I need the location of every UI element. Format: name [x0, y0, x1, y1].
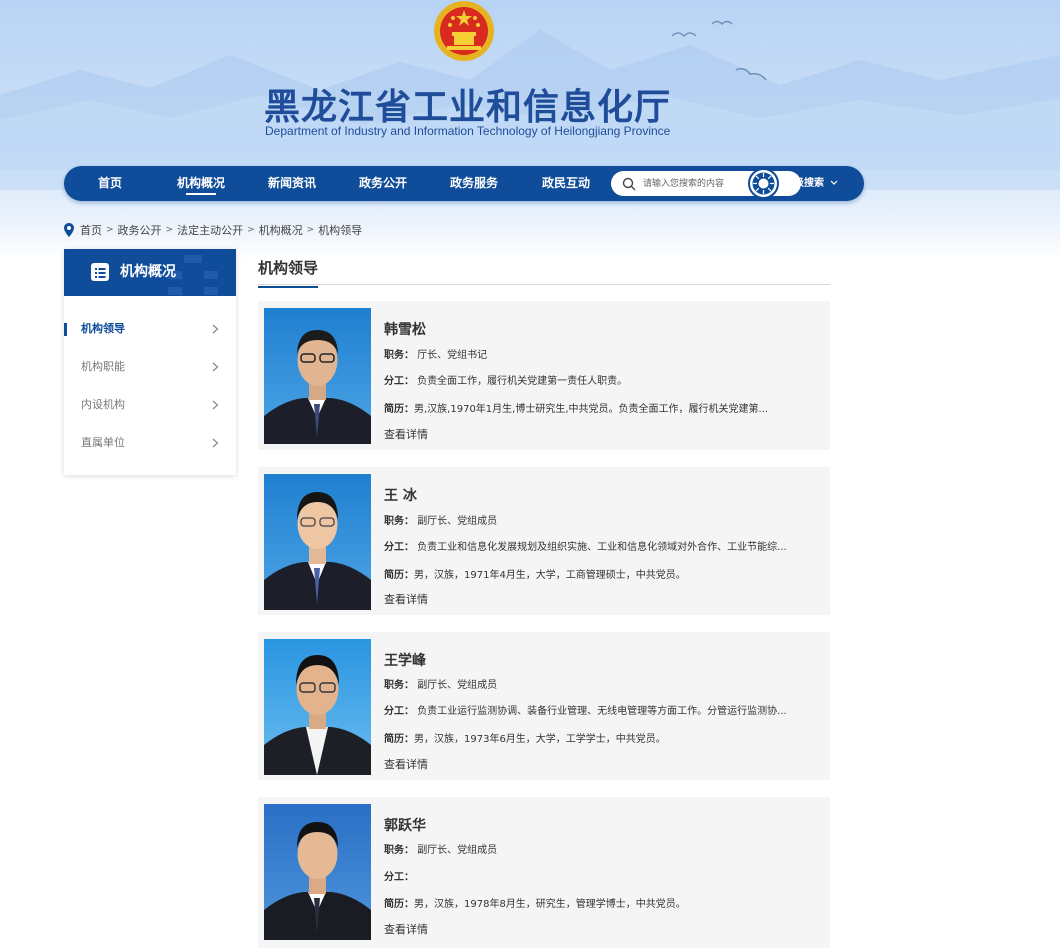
- duty-label: 分工：: [384, 872, 414, 883]
- position-value: 副厅长、党组成员: [417, 516, 498, 527]
- resume-label: 简历：: [384, 404, 414, 415]
- leader-photo: [264, 639, 371, 775]
- resume-label: 简历：: [384, 734, 414, 745]
- leader-position: 职务： 厅长、党组书记: [384, 346, 824, 361]
- leader-card: 王学峰 职务： 副厅长、党组成员 分工： 负责工业运行监测协调、装备行业管理、无…: [258, 632, 830, 780]
- national-emblem-icon: [434, 1, 494, 61]
- chevron-down-icon: [831, 180, 838, 185]
- duty-label: 分工：: [384, 542, 414, 553]
- sidebar-header: 机构概况: [64, 249, 236, 296]
- breadcrumb: 首页 > 政务公开 > 法定主动公开 > 机构概况 > 机构领导: [64, 221, 362, 239]
- search-icon[interactable]: [622, 177, 636, 191]
- sidebar-item-affiliated-units[interactable]: 直属单位: [64, 424, 236, 462]
- leader-duty: 分工： 负责工业和信息化发展规划及组织实施、工业和信息化领域对外合作、工业节能综…: [384, 538, 824, 553]
- duty-value: 负责全面工作，履行机关党建第一责任人职责。: [417, 376, 628, 387]
- sidebar: 机构概况 机构领导 机构职能 内设机构 直属单位: [64, 249, 236, 475]
- position-label: 职务：: [384, 516, 414, 527]
- sidebar-item-label: 内设机构: [81, 398, 125, 411]
- position-label: 职务：: [384, 350, 414, 361]
- position-value: 副厅长、党组成员: [417, 845, 498, 856]
- sidebar-title: 机构概况: [120, 264, 176, 280]
- chevron-right-icon: [212, 324, 219, 334]
- resume-label: 简历：: [384, 899, 414, 910]
- leader-duty: 分工： 负责全面工作，履行机关党建第一责任人职责。: [384, 372, 824, 387]
- nav-item-gov-services[interactable]: 政务服务: [444, 166, 504, 201]
- leader-name: 郭跃华: [384, 818, 426, 834]
- view-details-link[interactable]: 查看详情: [384, 756, 428, 772]
- view-details-link[interactable]: 查看详情: [384, 426, 428, 442]
- leader-card: 郭跃华 职务： 副厅长、党组成员 分工： 简历：男，汉族，1978年8月生，研究…: [258, 797, 830, 948]
- location-pin-icon: [64, 223, 74, 237]
- duty-value: 负责工业和信息化发展规划及组织实施、工业和信息化领域对外合作、工业节能综...: [417, 542, 787, 553]
- breadcrumb-organization[interactable]: 机构概况: [259, 222, 303, 238]
- leader-photo: [264, 474, 371, 610]
- breadcrumb-separator: >: [165, 225, 174, 235]
- nav-item-gov-affairs[interactable]: 政务公开: [353, 166, 413, 201]
- sidebar-item-label: 机构职能: [81, 360, 125, 373]
- nav-item-organization[interactable]: 机构概况: [171, 166, 231, 201]
- search-input[interactable]: [643, 176, 753, 192]
- duty-value: 负责工业运行监测协调、装备行业管理、无线电管理等方面工作。分管运行监测协...: [417, 706, 787, 717]
- breadcrumb-public-disclosure[interactable]: 法定主动公开: [177, 222, 243, 238]
- chevron-right-icon: [212, 362, 219, 372]
- leader-position: 职务： 副厅长、党组成员: [384, 841, 824, 856]
- breadcrumb-separator: >: [306, 225, 315, 235]
- leader-duty: 分工： 负责工业运行监测协调、装备行业管理、无线电管理等方面工作。分管运行监测协…: [384, 702, 824, 717]
- section-title: 机构领导: [258, 257, 319, 288]
- section-header: 机构领导: [258, 249, 830, 288]
- leader-duty: 分工：: [384, 868, 824, 883]
- duty-label: 分工：: [384, 706, 414, 717]
- advanced-search-link[interactable]: 高级搜索: [784, 166, 838, 201]
- leader-photo: [264, 308, 371, 444]
- site-title: 黑龙江省工业和信息化厅: [264, 87, 672, 128]
- sidebar-item-functions[interactable]: 机构职能: [64, 348, 236, 386]
- leader-resume: 简历：男，汉族，1971年4月生，大学，工商管理硕士，中共党员。: [384, 566, 824, 581]
- resume-value: 男，汉族，1973年6月生，大学，工学学士，中共党员。: [414, 734, 666, 745]
- nav-item-news[interactable]: 新闻资讯: [262, 166, 322, 201]
- leader-resume: 简历：男,汉族,1970年1月生,博士研究生,中共党员。负责全面工作，履行机关党…: [384, 400, 824, 415]
- leader-resume: 简历：男，汉族，1973年6月生，大学，工学学士，中共党员。: [384, 730, 824, 745]
- resume-value: 男,汉族,1970年1月生,博士研究生,中共党员。负责全面工作，履行机关党建第.…: [414, 404, 769, 415]
- resume-value: 男，汉族，1971年4月生，大学，工商管理硕士，中共党员。: [414, 570, 686, 581]
- leader-card: 王 冰 职务： 副厅长、党组成员 分工： 负责工业和信息化发展规划及组织实施、工…: [258, 467, 830, 615]
- advanced-search-label: 高级搜索: [784, 178, 824, 189]
- leader-card: 韩雪松 职务： 厅长、党组书记 分工： 负责全面工作，履行机关党建第一责任人职责…: [258, 301, 830, 450]
- site-subtitle: Department of Industry and Information T…: [265, 124, 671, 138]
- view-details-link[interactable]: 查看详情: [384, 591, 428, 607]
- breadcrumb-leaders[interactable]: 机构领导: [318, 222, 362, 238]
- breadcrumb-home[interactable]: 首页: [80, 222, 102, 238]
- main-nav: 首页 机构概况 新闻资讯 政务公开 政务服务 政民互动 请输入您搜索的内容 高级…: [64, 166, 864, 201]
- duty-label: 分工：: [384, 376, 414, 387]
- leader-name: 王 冰: [384, 488, 417, 504]
- position-label: 职务：: [384, 845, 414, 856]
- list-document-icon: [91, 263, 109, 281]
- breadcrumb-separator: >: [247, 225, 255, 235]
- leader-photo: [264, 804, 371, 940]
- leader-position: 职务： 副厅长、党组成员: [384, 512, 824, 527]
- breadcrumb-gov-affairs[interactable]: 政务公开: [118, 222, 162, 238]
- sidebar-item-leaders[interactable]: 机构领导: [64, 310, 236, 348]
- sidebar-item-label: 机构领导: [81, 322, 125, 335]
- chevron-right-icon: [212, 400, 219, 410]
- resume-label: 简历：: [384, 570, 414, 581]
- breadcrumb-separator: >: [106, 225, 114, 235]
- nav-item-interaction[interactable]: 政民互动: [536, 166, 596, 201]
- resume-value: 男，汉族，1978年8月生，研究生，管理学博士，中共党员。: [414, 899, 686, 910]
- leader-name: 王学峰: [384, 653, 426, 669]
- view-details-link[interactable]: 查看详情: [384, 921, 428, 937]
- sidebar-item-departments[interactable]: 内设机构: [64, 386, 236, 424]
- sidebar-item-label: 直属单位: [81, 436, 125, 449]
- chevron-right-icon: [212, 438, 219, 448]
- position-label: 职务：: [384, 680, 414, 691]
- leader-name: 韩雪松: [384, 322, 426, 338]
- position-value: 副厅长、党组成员: [417, 680, 498, 691]
- gov-seal-icon: [748, 168, 779, 199]
- nav-item-home[interactable]: 首页: [86, 166, 134, 201]
- leader-position: 职务： 副厅长、党组成员: [384, 676, 824, 691]
- position-value: 厅长、党组书记: [417, 350, 488, 361]
- leader-resume: 简历：男，汉族，1978年8月生，研究生，管理学博士，中共党员。: [384, 895, 824, 910]
